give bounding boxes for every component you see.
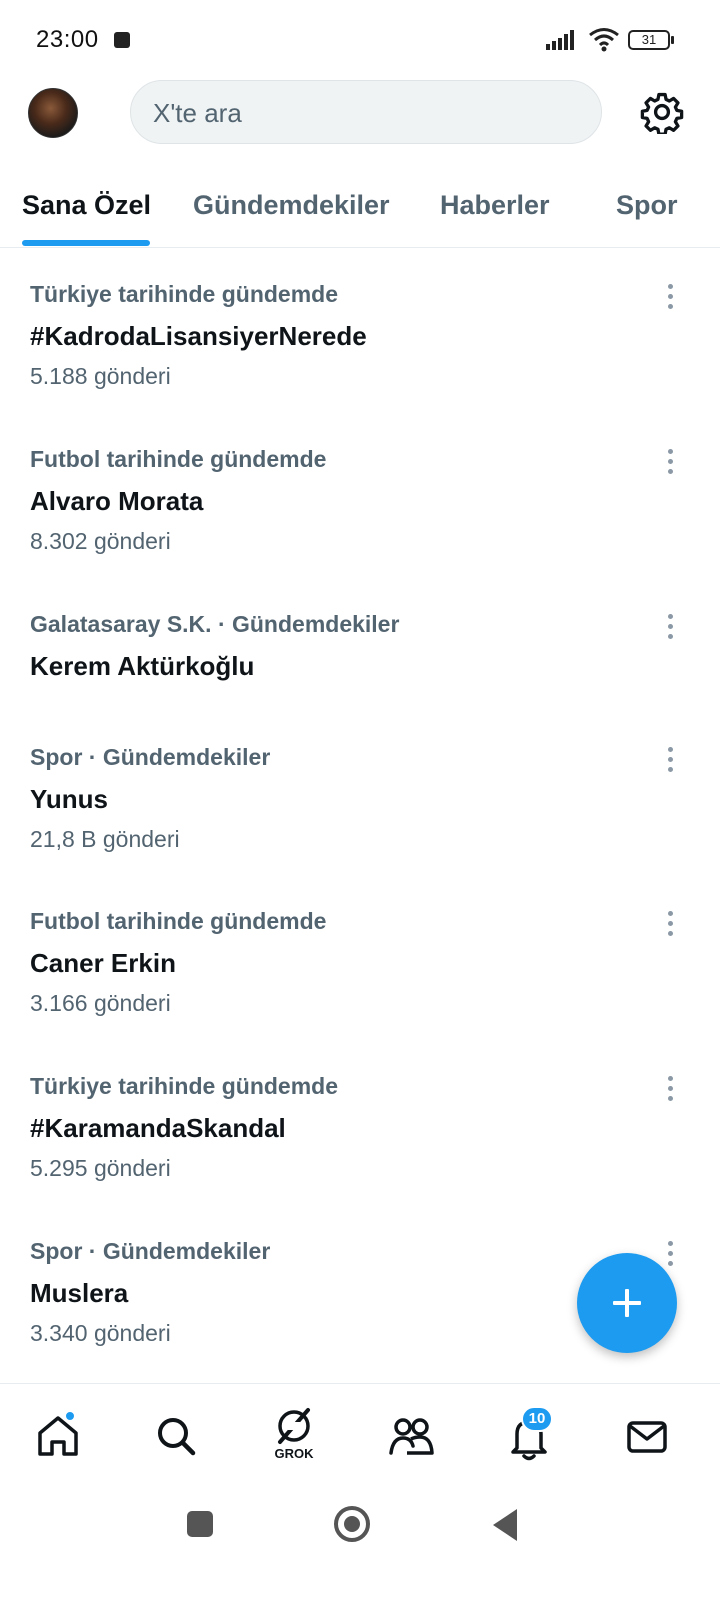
signal-icon	[546, 30, 574, 50]
grok-label: GROK	[274, 1446, 314, 1461]
nav-search[interactable]	[146, 1406, 206, 1466]
tab-gundemdekiler[interactable]: Gündemdekiler	[193, 190, 390, 221]
nav-messages[interactable]	[617, 1406, 677, 1466]
tab-sana-ozel[interactable]: Sana Özel	[22, 190, 151, 221]
more-options-icon[interactable]	[660, 281, 680, 313]
home-button[interactable]	[334, 1506, 370, 1542]
active-tab-indicator	[22, 240, 150, 246]
grok-icon	[278, 1408, 310, 1444]
trend-context: Spor · Gündemdekiler	[30, 744, 271, 770]
trend-title: #KadrodaLisansiyerNerede	[30, 321, 367, 351]
trend-title: Caner Erkin	[30, 948, 176, 978]
more-options-icon[interactable]	[660, 908, 680, 940]
gear-icon[interactable]	[640, 90, 684, 134]
nav-grok[interactable]: GROK	[264, 1406, 324, 1466]
back-button[interactable]	[493, 1509, 517, 1541]
trend-post-count: 21,8 B gönderi	[30, 826, 180, 852]
trend-title: Alvaro Morata	[30, 486, 204, 516]
trend-title: Muslera	[30, 1278, 129, 1308]
more-options-icon[interactable]	[660, 446, 680, 478]
trend-context: Futbol tarihinde gündemde	[30, 446, 327, 472]
search-placeholder: X'te ara	[153, 98, 242, 128]
more-options-icon[interactable]	[660, 611, 680, 643]
trend-context: Türkiye tarihinde gündemde	[30, 1073, 338, 1099]
trend-context: Futbol tarihinde gündemde	[30, 908, 327, 934]
battery-level: 31	[628, 30, 670, 50]
trend-title: #KaramandaSkandal	[30, 1113, 286, 1143]
plus-icon	[613, 1289, 641, 1317]
wifi-icon	[589, 28, 619, 52]
more-options-icon[interactable]	[660, 1073, 680, 1105]
notification-app-icon	[114, 32, 130, 48]
trend-context: Galatasaray S.K. · Gündemdekiler	[30, 611, 400, 637]
trend-title: Kerem Aktürkoğlu	[30, 651, 255, 681]
nav-home[interactable]	[28, 1406, 88, 1466]
unread-dot	[64, 1410, 76, 1422]
compose-post-button[interactable]	[577, 1253, 677, 1353]
recents-button[interactable]	[187, 1511, 213, 1537]
home-icon	[38, 1416, 78, 1456]
mail-icon	[627, 1421, 667, 1453]
trend-post-count: 5.295 gönderi	[30, 1155, 171, 1181]
communities-icon	[389, 1418, 434, 1455]
status-time: 23:00	[36, 26, 99, 53]
status-bar: 23:00 31	[0, 0, 720, 80]
more-options-icon[interactable]	[660, 1238, 680, 1270]
bottom-nav: GROK 10	[0, 1383, 720, 1483]
nav-communities[interactable]	[381, 1406, 441, 1466]
tab-spor[interactable]: Spor	[616, 190, 678, 221]
tab-haberler[interactable]: Haberler	[440, 190, 550, 221]
trend-post-count: 3.166 gönderi	[30, 990, 171, 1016]
notification-badge: 10	[521, 1406, 553, 1432]
system-nav-bar	[0, 1483, 720, 1600]
more-options-icon[interactable]	[660, 744, 680, 776]
avatar[interactable]	[28, 88, 78, 138]
battery-icon: 31	[628, 30, 676, 50]
trend-context: Spor · Gündemdekiler	[30, 1238, 271, 1264]
search-icon	[158, 1418, 196, 1456]
trend-context: Türkiye tarihinde gündemde	[30, 281, 338, 307]
trend-post-count: 3.340 gönderi	[30, 1320, 171, 1346]
trend-post-count: 8.302 gönderi	[30, 528, 171, 554]
search-input[interactable]: X'te ara	[130, 80, 602, 144]
trend-title: Yunus	[30, 784, 109, 814]
trend-post-count: 5.188 gönderi	[30, 363, 171, 389]
nav-notifications[interactable]: 10	[499, 1406, 559, 1466]
tab-bar: Sana Özel Gündemdekiler Haberler Spor	[0, 170, 720, 248]
